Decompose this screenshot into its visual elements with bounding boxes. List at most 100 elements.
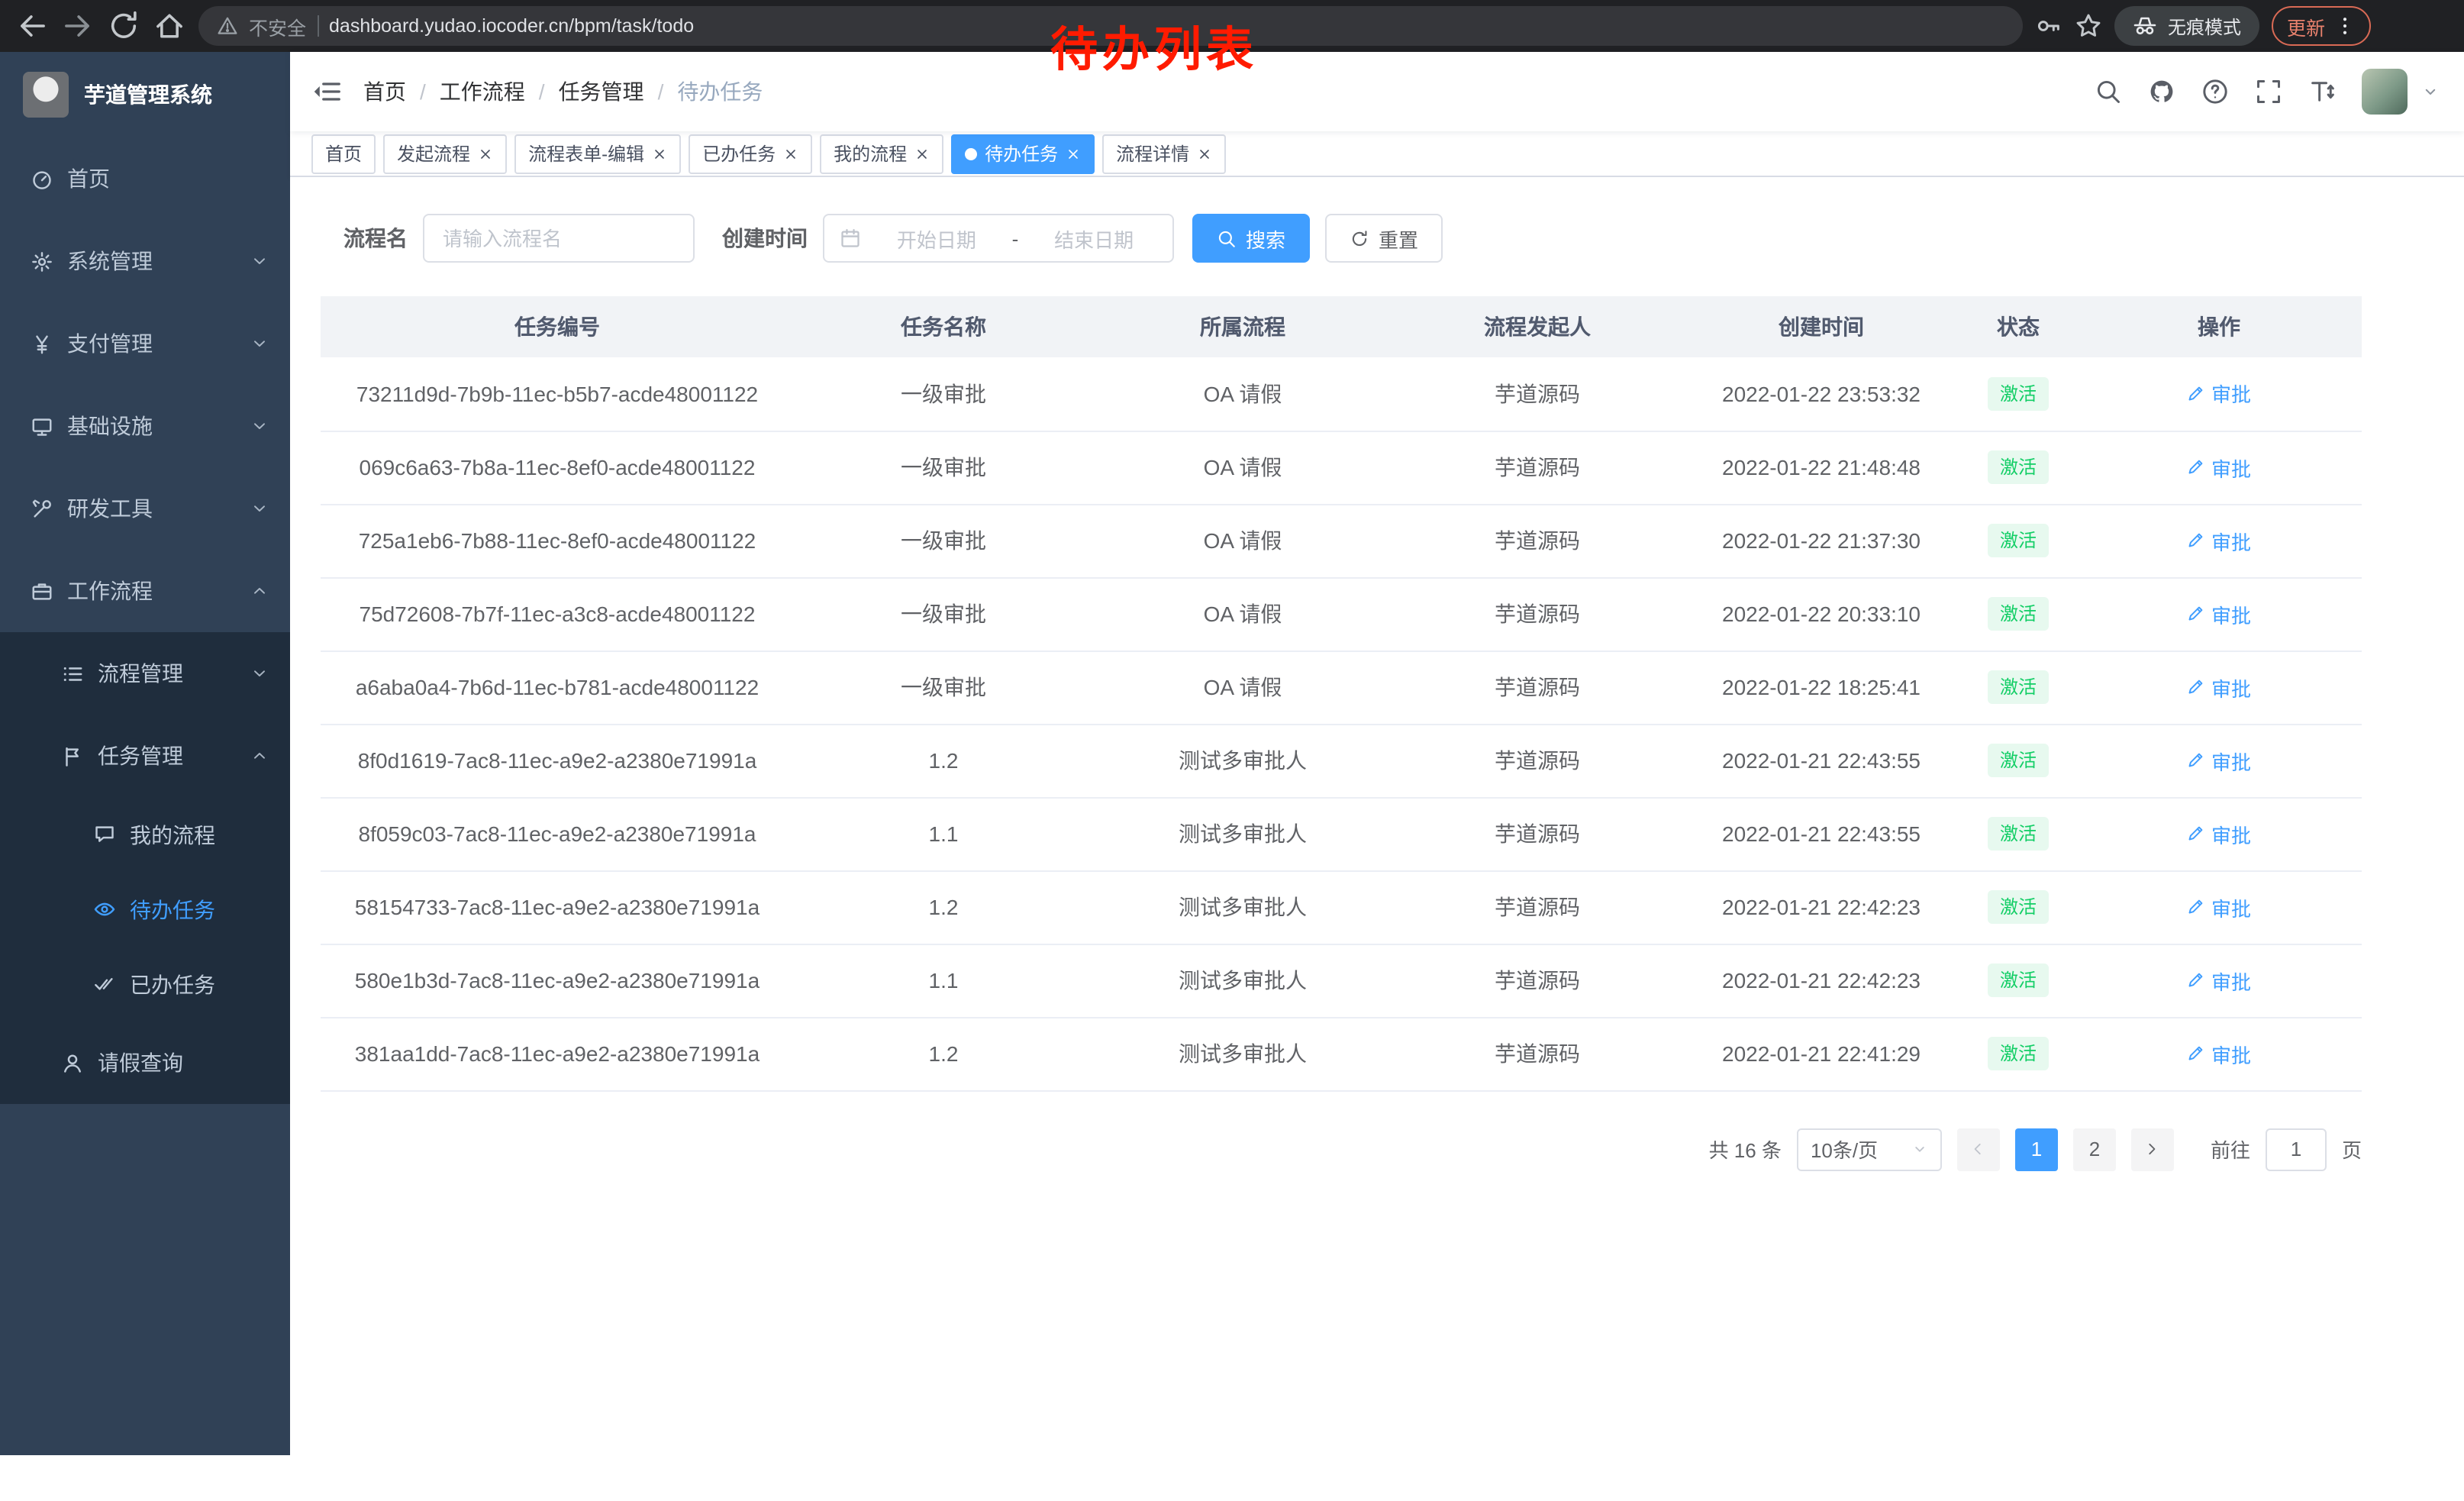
tab-label: 已办任务 — [702, 140, 776, 166]
warning-icon — [217, 15, 238, 37]
next-page-button[interactable] — [2131, 1128, 2174, 1170]
browser-home-icon[interactable] — [153, 9, 186, 43]
fullscreen-icon[interactable] — [2255, 78, 2282, 105]
action-cell: 审批 — [2076, 944, 2362, 1017]
table-row: 381aa1dd-7ac8-11ec-a9e2-a2380e71991a 1.2… — [321, 1017, 2362, 1090]
sidebar-item-process-management[interactable]: 流程管理 — [0, 632, 290, 715]
tab-label: 待办任务 — [985, 140, 1058, 166]
app-logo[interactable]: 芋道管理系统 — [0, 52, 290, 137]
breadcrumb-item[interactable]: 首页 — [363, 76, 406, 107]
process-name-input[interactable] — [423, 214, 695, 263]
table-row: 58154733-7ac8-11ec-a9e2-a2380e71991a 1.2… — [321, 870, 2362, 944]
tools-icon — [31, 497, 53, 520]
github-icon[interactable] — [2148, 78, 2175, 105]
tab-form-edit[interactable]: 流程表单-编辑 — [514, 134, 681, 173]
close-icon[interactable] — [914, 146, 930, 161]
create-time-cell: 2022-01-21 22:41:29 — [1682, 1017, 1960, 1090]
approve-button[interactable]: 审批 — [2187, 379, 2251, 408]
search-icon[interactable] — [2095, 78, 2122, 105]
approve-button[interactable]: 审批 — [2187, 819, 2251, 848]
sidebar-item-workflow[interactable]: 工作流程 — [0, 550, 290, 632]
task-id-cell: a6aba0a4-7b6d-11ec-b781-acde48001122 — [321, 650, 794, 724]
font-size-icon[interactable] — [2308, 78, 2336, 105]
table-row: 8f059c03-7ac8-11ec-a9e2-a2380e71991a 1.1… — [321, 797, 2362, 870]
approve-button[interactable]: 审批 — [2187, 893, 2251, 922]
sidebar-item-task-management[interactable]: 任务管理 — [0, 715, 290, 797]
search-button[interactable]: 搜索 — [1192, 214, 1310, 263]
approve-button[interactable]: 审批 — [2187, 673, 2251, 702]
app-title: 芋道管理系统 — [84, 79, 212, 110]
tab-process-detail[interactable]: 流程详情 — [1102, 134, 1226, 173]
approve-button[interactable]: 审批 — [2187, 526, 2251, 555]
initiator-cell: 芋道源码 — [1392, 357, 1682, 431]
date-range-picker[interactable]: 开始日期 - 结束日期 — [823, 214, 1174, 263]
browser-back-icon[interactable] — [15, 9, 49, 43]
close-icon[interactable] — [652, 146, 667, 161]
close-icon[interactable] — [478, 146, 493, 161]
breadcrumb-item[interactable]: 任务管理 — [559, 76, 644, 107]
approve-button[interactable]: 审批 — [2187, 746, 2251, 775]
sidebar-item-dev-tools[interactable]: 研发工具 — [0, 467, 290, 550]
pencil-icon — [2187, 898, 2205, 916]
page-size-select[interactable]: 10条/页 — [1797, 1128, 1942, 1170]
action-cell: 审批 — [2076, 504, 2362, 577]
process-cell: OA 请假 — [1093, 357, 1392, 431]
action-cell: 审批 — [2076, 724, 2362, 797]
sidebar-item-label: 已办任务 — [130, 973, 215, 995]
sidebar-item-home[interactable]: 首页 — [0, 137, 290, 220]
approve-label: 审批 — [2211, 379, 2251, 408]
approve-label: 审批 — [2211, 673, 2251, 702]
tab-done-task[interactable]: 已办任务 — [689, 134, 812, 173]
chevron-up-icon — [250, 582, 269, 600]
update-button[interactable]: 更新 — [2272, 6, 2371, 46]
task-id-cell: 8f059c03-7ac8-11ec-a9e2-a2380e71991a — [321, 797, 794, 870]
breadcrumb-item[interactable]: 工作流程 — [440, 76, 525, 107]
browser-refresh-icon[interactable] — [107, 9, 140, 43]
sidebar-item-todo-task[interactable]: 待办任务 — [0, 872, 290, 947]
approve-button[interactable]: 审批 — [2187, 966, 2251, 995]
avatar[interactable] — [2362, 69, 2408, 115]
start-date-placeholder[interactable]: 开始日期 — [873, 224, 1000, 253]
sidebar-item-leave-query[interactable]: 请假查询 — [0, 1022, 290, 1104]
sidebar-toggle-button[interactable] — [311, 76, 342, 107]
create-time-cell: 2022-01-21 22:42:23 — [1682, 870, 1960, 944]
total-count: 共 16 条 — [1709, 1135, 1782, 1164]
chevron-down-icon[interactable] — [2421, 82, 2440, 101]
pencil-icon — [2187, 751, 2205, 770]
task-name-cell: 1.2 — [794, 870, 1093, 944]
page-button-2[interactable]: 2 — [2073, 1128, 2116, 1170]
tab-label: 流程详情 — [1116, 140, 1189, 166]
browser-forward-icon[interactable] — [61, 9, 95, 43]
approve-button[interactable]: 审批 — [2187, 599, 2251, 628]
pencil-icon — [2187, 458, 2205, 476]
tab-home[interactable]: 首页 — [311, 134, 376, 173]
sidebar-item-done-task[interactable]: 已办任务 — [0, 947, 290, 1022]
process-cell: 测试多审批人 — [1093, 797, 1392, 870]
goto-page-input[interactable] — [2266, 1128, 2327, 1170]
tab-todo-task[interactable]: 待办任务 — [951, 134, 1095, 173]
help-icon[interactable] — [2201, 78, 2229, 105]
chevron-down-icon — [250, 252, 269, 270]
sidebar-item-system-management[interactable]: 系统管理 — [0, 220, 290, 302]
tab-my-process[interactable]: 我的流程 — [820, 134, 943, 173]
reset-button[interactable]: 重置 — [1325, 214, 1443, 263]
approve-button[interactable]: 审批 — [2187, 1039, 2251, 1068]
sidebar-item-my-process[interactable]: 我的流程 — [0, 797, 290, 872]
task-id-cell: 725a1eb6-7b88-11ec-8ef0-acde48001122 — [321, 504, 794, 577]
sidebar-item-payment-management[interactable]: 支付管理 — [0, 302, 290, 385]
goto-label: 前往 — [2211, 1135, 2250, 1164]
page-button-1[interactable]: 1 — [2015, 1128, 2058, 1170]
end-date-placeholder[interactable]: 结束日期 — [1030, 224, 1157, 253]
bookmark-star-icon[interactable] — [2075, 12, 2102, 40]
table-header-row: 任务编号任务名称所属流程流程发起人创建时间状态操作 — [321, 296, 2362, 357]
status-badge: 激活 — [1988, 744, 2049, 777]
close-icon[interactable] — [1197, 146, 1212, 161]
tab-create-process[interactable]: 发起流程 — [383, 134, 507, 173]
close-icon[interactable] — [783, 146, 798, 161]
key-icon[interactable] — [2035, 12, 2062, 40]
sidebar-item-infrastructure[interactable]: 基础设施 — [0, 385, 290, 467]
close-icon[interactable] — [1066, 146, 1081, 161]
approve-button[interactable]: 审批 — [2187, 453, 2251, 482]
more-menu-icon[interactable] — [2334, 15, 2356, 37]
prev-page-button[interactable] — [1957, 1128, 2000, 1170]
